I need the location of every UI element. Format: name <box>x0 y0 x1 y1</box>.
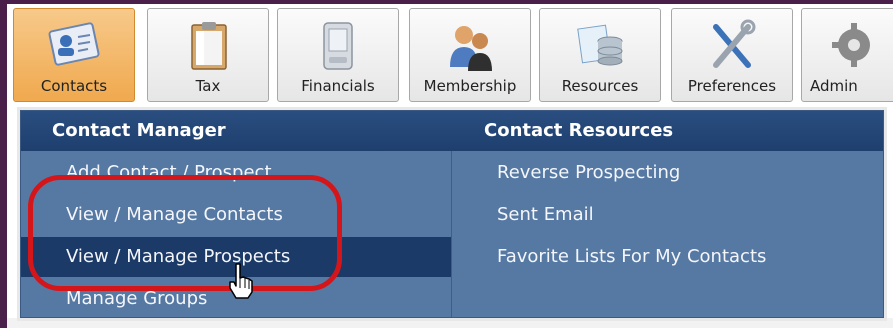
hand-cursor-icon <box>229 263 253 299</box>
tab-label: Resources <box>561 77 639 95</box>
clipboard-icon <box>191 22 227 70</box>
menu-item-manage-groups[interactable]: Manage Groups <box>66 288 207 309</box>
menu-divider <box>451 151 452 317</box>
tab-label: Preferences <box>687 77 777 95</box>
menu-item-favorite-lists[interactable]: Favorite Lists For My Contacts <box>497 246 766 267</box>
tab-label: Contacts <box>40 77 108 95</box>
tools-icon <box>713 19 756 68</box>
tab-label: Financials <box>301 77 375 95</box>
contact-manager-heading: Contact Manager <box>52 120 226 141</box>
contact-resources-heading: Contact Resources <box>484 120 674 141</box>
menu-item-reverse-prospecting[interactable]: Reverse Prospecting <box>497 162 680 183</box>
tab-financials[interactable]: Financials <box>277 8 399 102</box>
people-icon <box>450 26 492 71</box>
tab-contacts[interactable]: Contacts <box>13 8 135 102</box>
tab-resources[interactable]: Resources <box>539 8 661 102</box>
module-toolbar: Contacts Tax Financials Membership Resou… <box>7 4 893 104</box>
tab-tax[interactable]: Tax <box>147 8 269 102</box>
menu-item-sent-email[interactable]: Sent Email <box>497 204 594 225</box>
tab-label: Admin <box>810 77 858 95</box>
database-icon <box>577 24 623 66</box>
window-frame-left <box>0 0 7 328</box>
page-background-strip <box>7 318 893 328</box>
tab-admin[interactable]: Admin <box>801 8 893 102</box>
tab-preferences[interactable]: Preferences <box>671 8 793 102</box>
annotation-circle <box>28 175 342 291</box>
gear-icon <box>832 23 870 67</box>
tab-membership[interactable]: Membership <box>409 8 531 102</box>
calculator-icon <box>323 22 353 70</box>
tab-label: Tax <box>195 77 221 95</box>
tab-label: Membership <box>423 77 517 95</box>
contact-card-icon <box>48 22 100 66</box>
